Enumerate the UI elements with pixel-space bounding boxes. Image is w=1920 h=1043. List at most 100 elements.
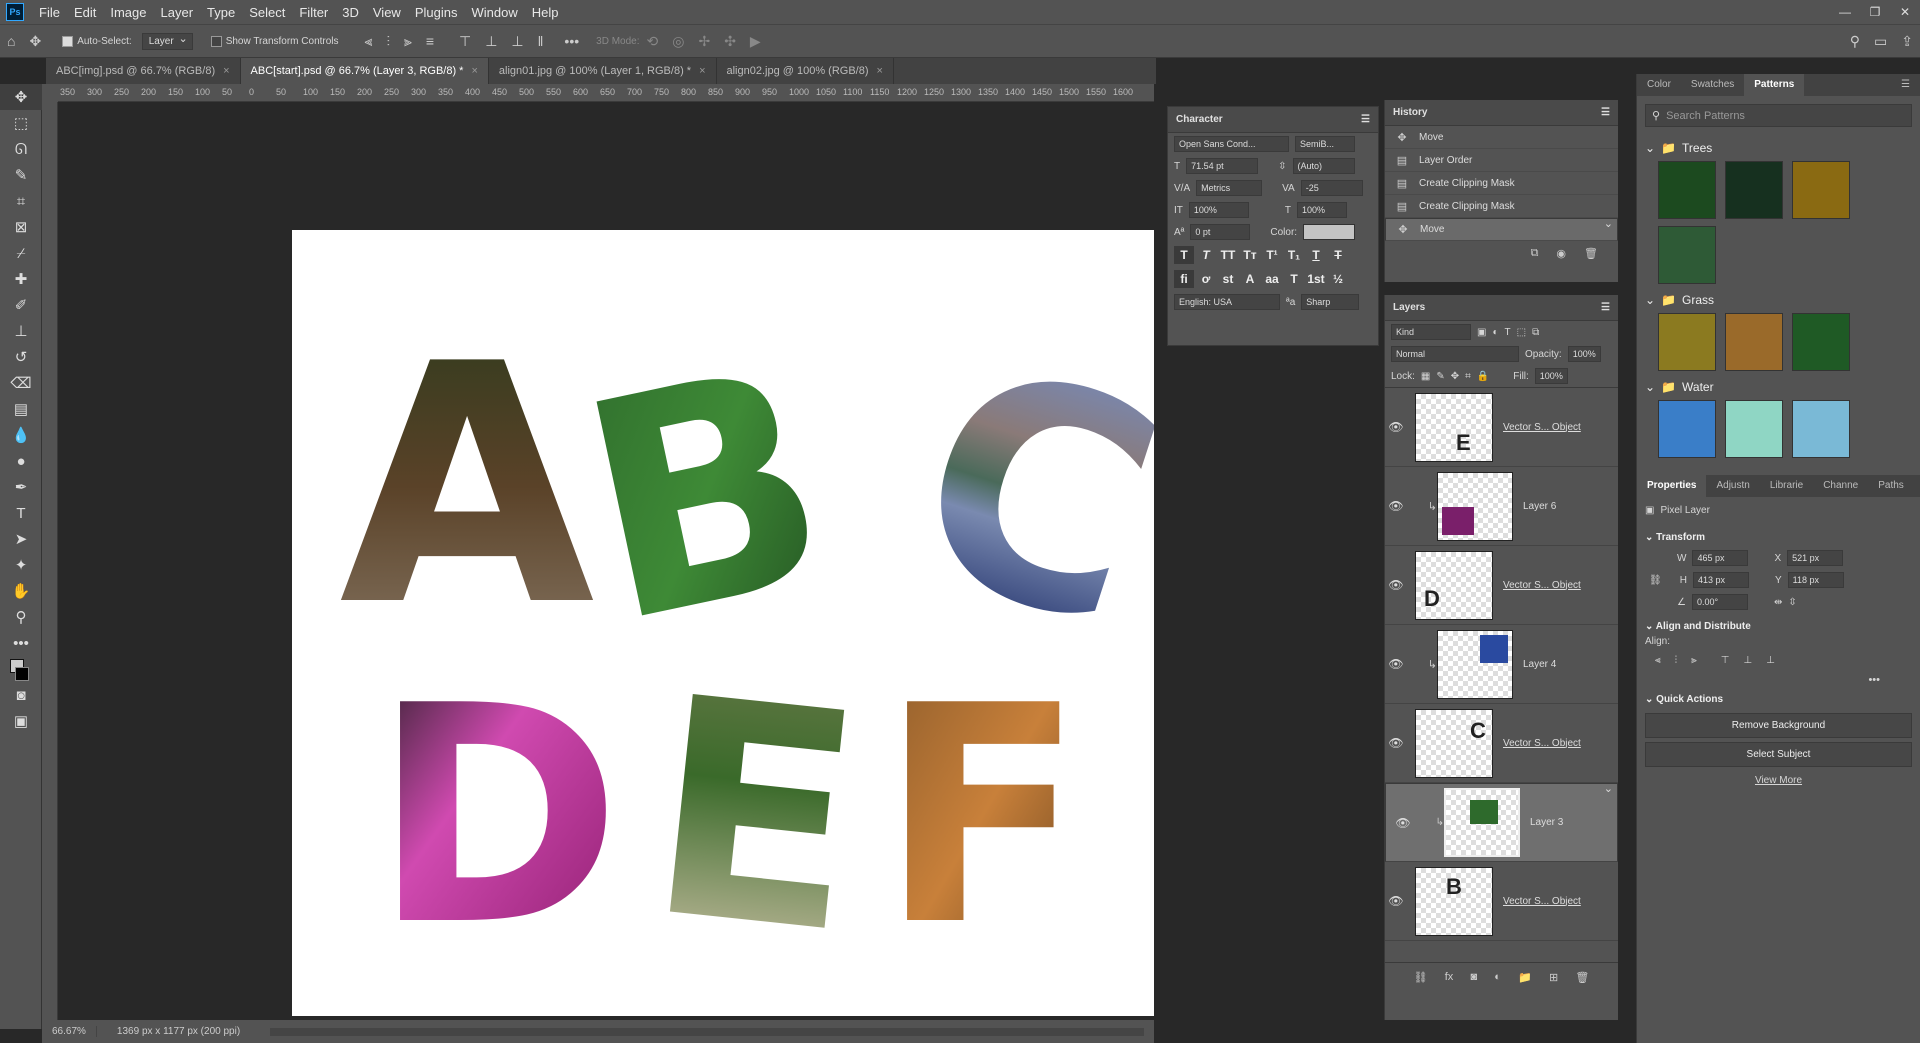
pen-tool-icon[interactable]: ✒ (0, 474, 42, 500)
zoom-level[interactable]: 66.67% (42, 1026, 97, 1037)
lock-pixels-icon[interactable]: ▦ (1421, 371, 1430, 382)
titling-icon[interactable]: aa (1262, 270, 1282, 288)
align-bottom-icon[interactable]: ⊥ (1766, 655, 1775, 666)
screen-mode-icon[interactable]: ▣ (0, 708, 42, 734)
pattern-group-water[interactable]: ⌄ 📁 Water (1637, 374, 1920, 400)
new-group-icon[interactable]: 📁 (1518, 971, 1532, 984)
superscript-icon[interactable]: T¹ (1262, 246, 1282, 264)
vertical-scale-field[interactable]: 100% (1188, 202, 1249, 218)
link-layers-icon[interactable]: ⛓ (1414, 971, 1428, 984)
panel-menu-icon[interactable]: ☰ (1601, 107, 1610, 118)
color-swatch[interactable] (1303, 224, 1356, 240)
more-options-icon[interactable]: ••• (564, 33, 579, 49)
tab-abc-img[interactable]: ABC[img].psd @ 66.7% (RGB/8) × (46, 58, 241, 84)
move-tool-icon[interactable]: ✥ (0, 84, 42, 110)
tab-libraries[interactable]: Librarie (1760, 475, 1813, 497)
swash-icon[interactable]: st (1218, 270, 1238, 288)
quick-actions-section[interactable]: ⌄ Quick Actions (1637, 686, 1920, 709)
brush-tool-icon[interactable]: ✐ (0, 292, 42, 318)
menu-edit[interactable]: Edit (67, 5, 103, 20)
history-item[interactable]: ✥ Move (1385, 217, 1618, 241)
blur-icon[interactable]: 💧 (0, 422, 42, 448)
layer-row[interactable]: 👁 B Vector S... Object (1385, 862, 1618, 941)
align-top-icon[interactable]: ⊤ (459, 33, 471, 50)
fx-icon[interactable]: fx (1445, 971, 1454, 984)
color-swatches-icon[interactable] (0, 656, 42, 682)
layer-row[interactable]: 👁 D Vector S... Object (1385, 546, 1618, 625)
menu-help[interactable]: Help (525, 5, 566, 20)
align-middle-icon[interactable]: ⊥ (485, 33, 497, 50)
canvas-area[interactable]: A B C D E F (58, 102, 1154, 1020)
layer-name[interactable]: Vector S... Object (1503, 580, 1581, 591)
minimize-icon[interactable]: — (1830, 0, 1860, 24)
quick-mask-icon[interactable]: ◙ (0, 682, 42, 708)
layer-name[interactable]: Layer 6 (1523, 501, 1556, 512)
subscript-icon[interactable]: T₁ (1284, 246, 1304, 264)
show-transform-checkbox[interactable]: Show Transform Controls (210, 35, 339, 47)
3d-roll-icon[interactable]: ◎ (672, 33, 684, 50)
distribute-v-icon[interactable]: ‖ (538, 33, 544, 49)
lock-position-icon[interactable]: ✥ (1451, 371, 1459, 382)
panel-menu-icon[interactable]: ☰ (1891, 74, 1920, 96)
x-field[interactable]: 521 px (1787, 550, 1844, 566)
ordinal-icon[interactable]: 1st (1306, 270, 1326, 288)
filter-type-icon[interactable]: T (1505, 327, 1511, 338)
layer-name[interactable]: Vector S... Object (1503, 738, 1581, 749)
visibility-eye-icon[interactable]: 👁 (1392, 816, 1414, 830)
menu-image[interactable]: Image (103, 5, 153, 20)
y-field[interactable]: 118 px (1787, 572, 1844, 588)
stamp-tool-icon[interactable]: ⊥ (0, 318, 42, 344)
auto-select-dropdown[interactable]: Layer (141, 32, 193, 50)
panel-menu-icon[interactable]: ☰ (1361, 114, 1370, 125)
eraser-icon[interactable]: ⌫ (0, 370, 42, 396)
filter-adjust-icon[interactable]: ◐ (1492, 327, 1498, 338)
layer-filter-select[interactable]: Kind (1391, 324, 1471, 340)
menu-window[interactable]: Window (464, 5, 524, 20)
tab-channels[interactable]: Channe (1813, 475, 1868, 497)
tab-align02[interactable]: align02.jpg @ 100% (RGB/8) × (717, 58, 894, 84)
transform-section[interactable]: ⌄ Transform (1637, 524, 1920, 547)
tab-color[interactable]: Color (1637, 74, 1681, 96)
lock-brush-icon[interactable]: ✎ (1436, 371, 1444, 382)
healing-brush-icon[interactable]: ✚ (0, 266, 42, 292)
language-select[interactable]: English: USA (1174, 294, 1280, 310)
blend-mode-select[interactable]: Normal (1391, 346, 1519, 362)
crop-tool-icon[interactable]: ⌗ (0, 188, 42, 214)
underline-icon[interactable]: T (1306, 246, 1326, 264)
align-top-icon[interactable]: ⊤ (1721, 655, 1730, 666)
letter-f[interactable]: F (880, 642, 1085, 991)
font-style-select[interactable]: SemiB... (1295, 136, 1355, 152)
menu-filter[interactable]: Filter (292, 5, 335, 20)
tab-patterns[interactable]: Patterns (1744, 74, 1805, 96)
layer-row[interactable]: 👁 E Vector S... Object (1385, 388, 1618, 467)
pattern-swatch[interactable] (1725, 161, 1784, 219)
pattern-swatch[interactable] (1658, 226, 1716, 284)
3d-orbit-icon[interactable]: ⟲ (647, 33, 659, 50)
layer-row[interactable]: 👁 C Vector S... Object (1385, 704, 1618, 783)
menu-type[interactable]: Type (200, 5, 242, 20)
path-select-icon[interactable]: ➤ (0, 526, 42, 552)
small-caps-icon[interactable]: Tт (1240, 246, 1260, 264)
align-center-icon[interactable]: ⫶ (386, 33, 390, 50)
hand-tool-icon[interactable]: ✋ (0, 578, 42, 604)
align-hcenter-icon[interactable]: ⫶ (1675, 655, 1678, 666)
restore-icon[interactable]: ❐ (1860, 0, 1890, 24)
3d-pan-icon[interactable]: ✢ (698, 33, 710, 50)
visibility-eye-icon[interactable]: 👁 (1385, 736, 1407, 750)
fill-field[interactable]: 100% (1534, 368, 1568, 384)
pattern-group-grass[interactable]: ⌄ 📁 Grass (1637, 287, 1920, 313)
view-more-link[interactable]: View More (1637, 771, 1920, 790)
document-canvas[interactable]: A B C D E F (292, 230, 1154, 1016)
visibility-eye-icon[interactable]: 👁 (1385, 657, 1407, 671)
more-options-icon[interactable]: ••• (1637, 674, 1920, 686)
width-field[interactable]: 465 px (1692, 550, 1749, 566)
layer-name[interactable]: Vector S... Object (1503, 422, 1581, 433)
frame-tool-icon[interactable]: ⊠ (0, 214, 42, 240)
adjustment-layer-icon[interactable]: ◐ (1494, 971, 1501, 984)
new-layer-icon[interactable]: ⊞ (1549, 971, 1558, 984)
layer-name[interactable]: Vector S... Object (1503, 896, 1581, 907)
pattern-swatch[interactable] (1792, 161, 1851, 219)
visibility-eye-icon[interactable]: 👁 (1385, 420, 1407, 434)
history-brush-icon[interactable]: ↺ (0, 344, 42, 370)
search-input[interactable]: Search Patterns (1666, 110, 1745, 122)
